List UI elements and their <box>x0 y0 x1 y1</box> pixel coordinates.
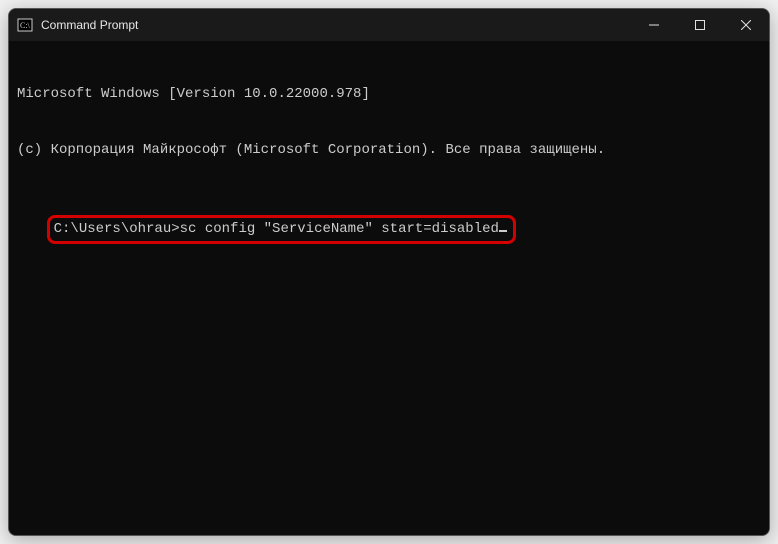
output-line-version: Microsoft Windows [Version 10.0.22000.97… <box>17 85 761 104</box>
svg-text:C:\: C:\ <box>20 21 31 30</box>
highlighted-command: C:\Users\ohrau>sc config "ServiceName" s… <box>47 215 516 244</box>
output-line-copyright: (c) Корпорация Майкрософт (Microsoft Cor… <box>17 141 761 160</box>
terminal-area[interactable]: Microsoft Windows [Version 10.0.22000.97… <box>9 41 769 535</box>
close-button[interactable] <box>723 9 769 41</box>
titlebar[interactable]: C:\ Command Prompt <box>9 9 769 41</box>
cursor <box>499 220 507 232</box>
app-icon: C:\ <box>17 17 33 33</box>
window-title: Command Prompt <box>41 18 138 32</box>
maximize-button[interactable] <box>677 9 723 41</box>
command-prompt-window: C:\ Command Prompt Microsoft Windows [Ve… <box>8 8 770 536</box>
command-text: sc config "ServiceName" start=disabled <box>180 221 499 237</box>
prompt: C:\Users\ohrau> <box>54 221 180 237</box>
window-controls <box>631 9 769 41</box>
minimize-button[interactable] <box>631 9 677 41</box>
